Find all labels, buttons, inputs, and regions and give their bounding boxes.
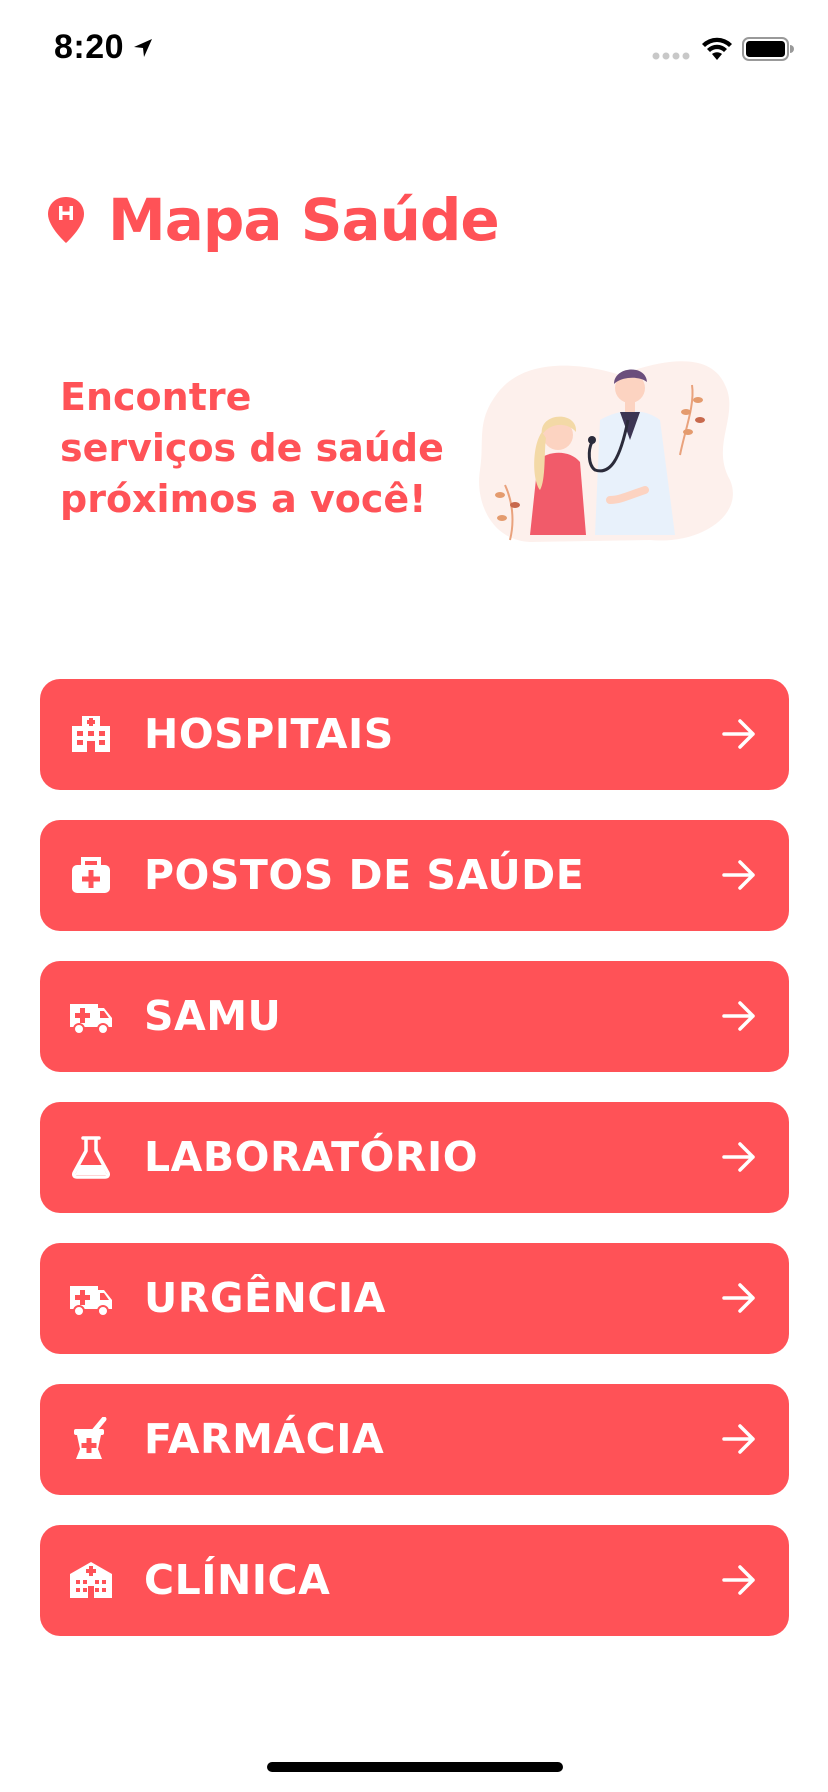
- arrow-right-icon: [722, 1283, 755, 1313]
- menu-label: HOSPITAIS: [144, 710, 394, 758]
- ambulance-icon: [70, 1286, 112, 1317]
- menu-label: SAMU: [144, 992, 282, 1040]
- menu-label: FARMÁCIA: [144, 1415, 385, 1463]
- menu-button-samu[interactable]: SAMU: [40, 961, 789, 1072]
- menu-button-clinica[interactable]: CLÍNICA: [40, 1525, 789, 1636]
- home-indicator[interactable]: [267, 1762, 563, 1772]
- doctor-patient-illustration: [479, 361, 733, 542]
- mortar-pestle-icon: [74, 1417, 107, 1459]
- cellular-signal-icon: [652, 52, 690, 60]
- arrow-right-icon: [722, 1142, 755, 1172]
- menu-button-farmacia[interactable]: FARMÁCIA: [40, 1384, 789, 1495]
- hero-line-3: próximos a você!: [60, 477, 427, 521]
- menu-label: POSTOS DE SAÚDE: [144, 851, 585, 899]
- status-time: 8:20: [54, 28, 125, 66]
- arrow-right-icon: [722, 1565, 755, 1595]
- arrow-right-icon: [722, 1424, 755, 1454]
- menu-button-postos-de-saude[interactable]: POSTOS DE SAÚDE: [40, 820, 789, 931]
- menu-label: URGÊNCIA: [144, 1274, 386, 1322]
- clinic-building-icon: [70, 1562, 112, 1598]
- location-arrow-icon: [134, 39, 152, 57]
- hospital-building-icon: [72, 716, 110, 752]
- menu-label: LABORATÓRIO: [144, 1133, 479, 1181]
- app-title: Mapa Saúde: [108, 186, 500, 254]
- arrow-right-icon: [722, 719, 755, 749]
- status-bar: 8:20: [0, 0, 828, 100]
- ambulance-icon: [70, 1004, 112, 1035]
- menu-button-laboratorio[interactable]: LABORATÓRIO: [40, 1102, 789, 1213]
- menu-label: CLÍNICA: [144, 1556, 331, 1604]
- flask-icon: [72, 1136, 110, 1179]
- arrow-right-icon: [722, 1001, 755, 1031]
- service-menu: HOSPITAIS POSTOS DE SAÚDE SAMU LABORATÓR…: [40, 679, 789, 1666]
- hospital-pin-icon: [48, 197, 84, 243]
- medical-kit-icon: [72, 857, 110, 893]
- menu-button-urgencia[interactable]: URGÊNCIA: [40, 1243, 789, 1354]
- wifi-icon: [702, 37, 732, 60]
- battery-icon: [742, 37, 794, 61]
- hero-line-1: Encontre: [60, 375, 252, 419]
- app-header: Mapa Saúde: [46, 180, 500, 260]
- arrow-right-icon: [722, 860, 755, 890]
- menu-button-hospitais[interactable]: HOSPITAIS: [40, 679, 789, 790]
- hero-line-2: serviços de saúde: [60, 426, 444, 470]
- hero-tagline: Encontre serviços de saúde próximos a vo…: [60, 372, 480, 525]
